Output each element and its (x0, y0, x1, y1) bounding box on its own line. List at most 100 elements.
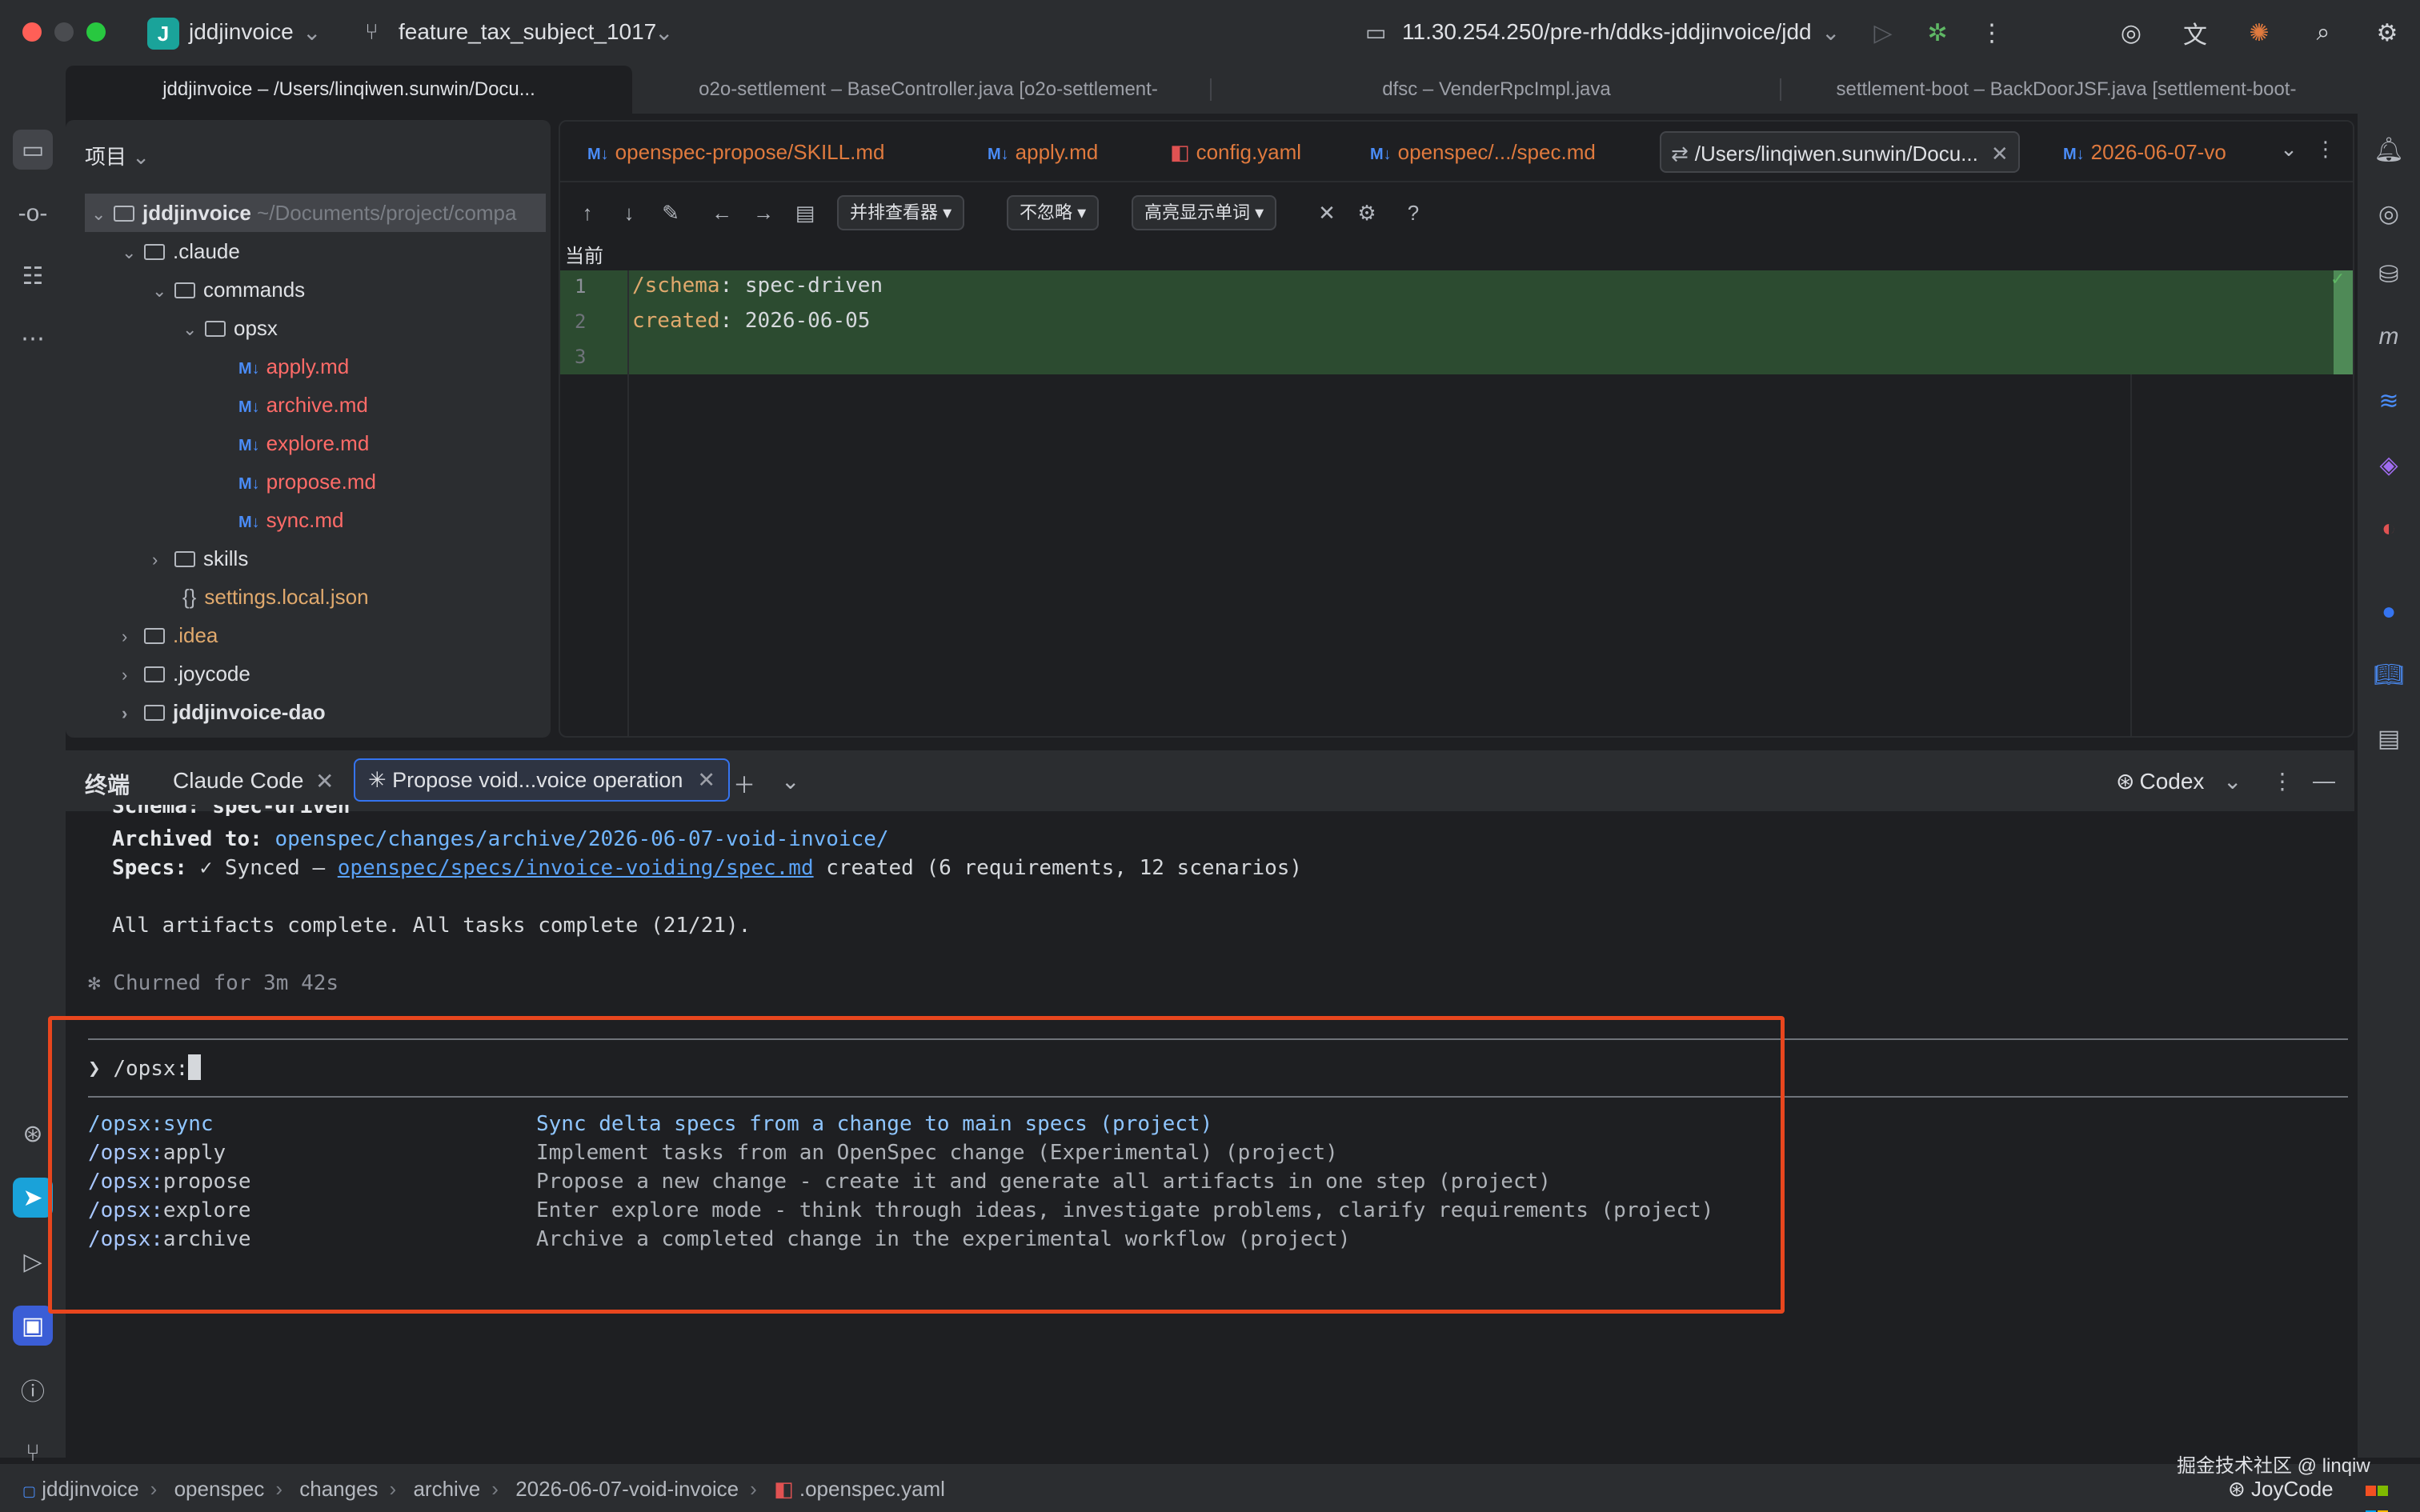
collapse-icon[interactable]: ✕ (1312, 197, 1341, 229)
commit-icon[interactable]: -o- (13, 194, 53, 234)
tree-item-commands[interactable]: ⌄ commands (152, 270, 305, 309)
editor-tab-skill-md[interactable]: M↓ openspec-propose/SKILL.md (578, 131, 894, 173)
breadcrumb-item[interactable]: openspec (174, 1477, 265, 1501)
maven-icon[interactable]: m (2369, 317, 2409, 357)
new-terminal-plus-icon[interactable]: ＋ (733, 768, 755, 800)
tree-item-opsx[interactable]: ⌄ opsx (182, 309, 278, 347)
code-line[interactable]: created: 2026-06-05 (632, 309, 870, 333)
debug-icon[interactable]: ✲ (1919, 14, 1956, 51)
tree-item-settings-json[interactable]: {} settings.local.json (182, 578, 369, 616)
chevron-down-icon[interactable]: ⌄ (182, 310, 205, 349)
branch-selector[interactable]: feature_tax_subject_1017 (399, 19, 656, 45)
bookmark-icon[interactable]: ▤ (2369, 718, 2409, 758)
editor-tab-apply-md[interactable]: M↓ apply.md (978, 131, 1108, 173)
viewer-mode-dropdown[interactable]: 并排查看器 ▾ (837, 195, 965, 230)
tree-item-joycode[interactable]: › .joycode (122, 654, 250, 693)
chevron-down-icon[interactable]: ⌄ (302, 19, 321, 46)
settings-gear-icon[interactable]: ⚙ (2369, 14, 2406, 51)
breadcrumb-item[interactable]: .openspec.yaml (799, 1477, 945, 1501)
tree-item-idea[interactable]: › .idea (122, 616, 218, 654)
translate-icon[interactable]: 文 (2177, 14, 2214, 51)
close-tab-icon[interactable]: ✕ (315, 768, 334, 794)
remote-target-selector[interactable]: 11.30.254.250/pre-rh/ddks-jddjinvoice/jd… (1402, 19, 1812, 45)
send-icon[interactable]: ➤ (13, 1178, 53, 1218)
joycode-agent-icon[interactable]: ◐ (2369, 509, 2409, 549)
tab-list-chevron-icon[interactable]: ⌄ (2273, 133, 2305, 165)
highlight-mode-dropdown[interactable]: 高亮显示单词 ▾ (1132, 195, 1277, 230)
tree-item-propose-md[interactable]: M↓ propose.md (238, 462, 376, 501)
project-folder-icon[interactable]: ▭ (13, 130, 53, 170)
close-tab-icon[interactable]: ✕ (697, 768, 715, 792)
services-icon[interactable]: ⊛ (13, 1114, 53, 1154)
chevron-down-icon[interactable]: ⌄ (91, 195, 114, 234)
claude-icon[interactable]: ✺ (2241, 14, 2278, 51)
chevron-down-icon[interactable]: ⌄ (655, 19, 673, 46)
zoom-window-button[interactable] (86, 22, 106, 42)
window-tab-dfsc[interactable]: dfsc – VenderRpcImpl.java (1216, 66, 1777, 114)
window-tab-jddjinvoice[interactable]: jddjinvoice – /Users/linqiwen.sunwin/Doc… (66, 66, 632, 114)
more-actions-icon[interactable]: ⋮ (1973, 14, 2010, 51)
minimize-window-button[interactable] (54, 22, 74, 42)
terminal-tab-claude-code[interactable]: Claude Code (173, 768, 303, 794)
plugin-icon[interactable]: ≋ (2369, 381, 2409, 421)
tree-item-skills[interactable]: › skills (152, 539, 248, 578)
forward-arrow-icon[interactable]: → (749, 197, 778, 229)
breadcrumb-item[interactable]: 2026-06-07-void-invoice (515, 1477, 739, 1501)
back-arrow-icon[interactable]: ← (707, 197, 736, 229)
chevron-down-icon[interactable]: ⌄ (122, 234, 144, 272)
chevron-down-icon[interactable]: ⌄ (2223, 768, 2242, 794)
project-badge[interactable]: J (147, 18, 179, 50)
chevron-right-icon[interactable]: › (122, 618, 144, 656)
agent-selector[interactable]: ⊛ Codex (2116, 768, 2204, 794)
terminal-more-icon[interactable]: ⋮ (2271, 768, 2294, 794)
editor-tab-archive[interactable]: M↓ 2026-06-07-vo (2053, 131, 2236, 173)
chevron-right-icon[interactable]: › (122, 656, 144, 694)
tree-item-archive-md[interactable]: M↓ archive.md (238, 386, 368, 424)
tree-root-item[interactable]: ⌄ jddjinvoice ~/Documents/project/compa (85, 194, 546, 232)
window-tab-o2o-settlement[interactable]: o2o-settlement – BaseController.java [o2… (648, 66, 1208, 114)
terminal-tab-propose[interactable]: ✳ Propose void...voice operation ✕ (354, 758, 730, 802)
run-services-icon[interactable]: ▷ (13, 1242, 53, 1282)
editor-tab-spec-md[interactable]: M↓ openspec/.../spec.md (1360, 131, 1605, 173)
next-diff-down-icon[interactable]: ↓ (615, 197, 643, 229)
terminal-icon[interactable]: ▣ (13, 1306, 53, 1346)
breadcrumb-item[interactable]: jddjinvoice (42, 1477, 138, 1501)
minimize-panel-icon[interactable]: — (2313, 768, 2335, 794)
close-window-button[interactable] (22, 22, 42, 42)
gradle-icon[interactable]: ◈ (2369, 445, 2409, 485)
window-tab-settlement-boot[interactable]: settlement-boot – BackDoorJSF.java [sett… (1786, 66, 2346, 114)
tree-item-jddjinvoice-dao[interactable]: › jddjinvoice-dao (122, 693, 326, 731)
document-icon[interactable]: ▤ (791, 197, 819, 229)
chevron-right-icon[interactable]: › (152, 541, 174, 579)
problems-icon[interactable]: ⓘ (13, 1370, 53, 1410)
database-icon[interactable]: ⛁ (2369, 254, 2409, 294)
project-switcher[interactable]: jddjinvoice (189, 19, 294, 45)
editor-tab-config-yaml[interactable]: ◧ config.yaml (1160, 131, 1311, 173)
diff-settings-gear-icon[interactable]: ⚙ (1352, 197, 1381, 229)
ai-chat-icon[interactable]: ◎ (2369, 194, 2409, 234)
chevron-down-icon[interactable]: ⌄ (152, 272, 174, 310)
notifications-icon[interactable]: 🔔︎ (2369, 130, 2409, 170)
tree-item-claude[interactable]: ⌄ .claude (122, 232, 240, 270)
breadcrumb-item[interactable]: changes (299, 1477, 378, 1501)
editor-tab-diff[interactable]: ⇄/Users/linqiwen.sunwin/Docu... ✕ (1660, 131, 2020, 173)
run-icon[interactable]: ▷ (1865, 14, 1901, 51)
more-tools-icon[interactable]: ⋯ (13, 318, 53, 358)
tree-item-apply-md[interactable]: M↓ apply.md (238, 347, 349, 386)
spec-file-link[interactable]: openspec/specs/invoice-voiding/spec.md (338, 856, 814, 880)
code-line[interactable]: /schema: spec-driven (632, 274, 883, 298)
chevron-right-icon[interactable]: › (122, 694, 144, 733)
ignore-mode-dropdown[interactable]: 不忽略 ▾ (1007, 195, 1100, 230)
project-panel-title[interactable]: 项目 ⌄ (85, 141, 150, 170)
book-icon[interactable]: 📖︎ (2369, 654, 2409, 694)
chevron-down-icon[interactable]: ⌄ (781, 768, 799, 794)
chevron-down-icon[interactable]: ⌄ (1821, 19, 1840, 46)
tree-item-explore-md[interactable]: M↓ explore.md (238, 424, 369, 462)
help-icon[interactable]: ? (1399, 197, 1428, 229)
structure-icon[interactable]: ☷ (13, 256, 53, 296)
search-icon[interactable]: ⌕ (2305, 14, 2342, 51)
next-diff-up-icon[interactable]: ↑ (573, 197, 602, 229)
close-tab-icon[interactable]: ✕ (1991, 142, 2009, 166)
ai-assistant-icon[interactable]: ◎ (2113, 14, 2150, 51)
edit-pencil-icon[interactable]: ✎ (656, 197, 685, 229)
